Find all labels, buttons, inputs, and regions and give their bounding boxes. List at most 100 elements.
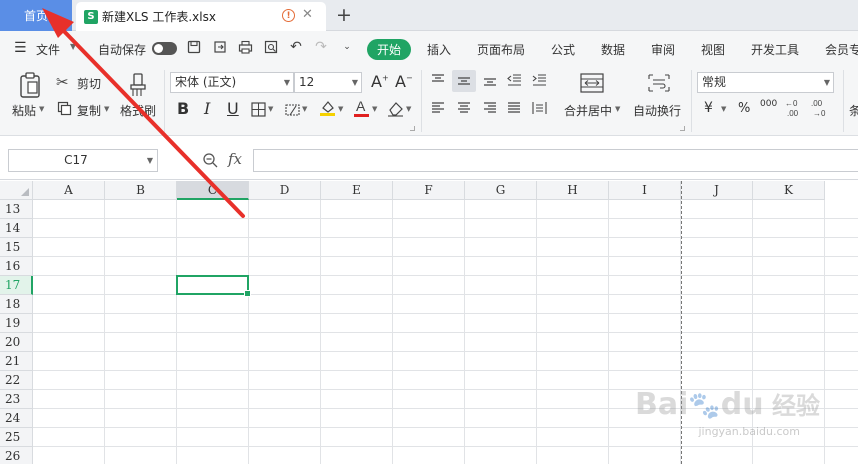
name-box[interactable]: C17 ▼ [8, 149, 158, 172]
row-header-17[interactable]: 17 [0, 276, 33, 295]
column-header-h[interactable]: H [537, 181, 609, 200]
row-header-26[interactable]: 26 [0, 447, 33, 464]
align-bottom-icon[interactable] [482, 72, 498, 88]
column-header-d[interactable]: D [249, 181, 321, 200]
row-header-19[interactable]: 19 [0, 314, 33, 333]
row-header-16[interactable]: 16 [0, 257, 33, 276]
thousands-separator-button[interactable]: 000 [760, 99, 777, 109]
close-tab-icon[interactable]: ✕ [302, 7, 313, 22]
increase-indent-icon[interactable] [531, 72, 547, 88]
decrease-font-icon[interactable]: A− [395, 72, 413, 91]
column-header-f[interactable]: F [393, 181, 465, 200]
merge-dropdown-icon[interactable]: ▼ [615, 105, 620, 113]
format-painter-icon[interactable] [127, 71, 149, 99]
row-header-14[interactable]: 14 [0, 219, 33, 238]
wrap-text-button[interactable]: 自动换行 [633, 102, 681, 119]
eraser-icon[interactable] [386, 99, 404, 117]
decrease-decimal-icon[interactable]: .00 →0 [810, 98, 832, 118]
cut-button[interactable]: 剪切 [77, 75, 101, 92]
row-header-21[interactable]: 21 [0, 352, 33, 371]
fx-button[interactable]: fx [228, 150, 242, 168]
decrease-indent-icon[interactable] [506, 72, 522, 88]
copy-dropdown-icon[interactable]: ▼ [104, 105, 109, 113]
menu-dev-tools[interactable]: 开发工具 [751, 41, 799, 58]
align-middle-icon[interactable] [452, 70, 476, 92]
clear-dropdown-icon[interactable]: ▼ [406, 105, 411, 113]
merge-center-button[interactable]: 合并居中 [564, 102, 612, 119]
font-color-dropdown-icon[interactable]: ▼ [372, 105, 377, 113]
new-tab-button[interactable]: + [336, 4, 352, 26]
menu-start[interactable]: 开始 [367, 39, 411, 60]
font-name-select[interactable]: 宋体 (正文) ▼ [170, 72, 294, 93]
wrap-text-icon[interactable] [645, 72, 673, 94]
file-dropdown-icon[interactable]: ▼ [70, 42, 76, 51]
scissors-icon[interactable]: ✂ [56, 73, 69, 91]
quick-access-dropdown-icon[interactable]: ⌄ [339, 39, 355, 55]
column-header-i[interactable]: I [609, 181, 681, 200]
percent-button[interactable]: % [738, 101, 750, 116]
tab-document[interactable]: S 新建XLS 工作表.xlsx ! ✕ [76, 2, 326, 31]
row-header-25[interactable]: 25 [0, 428, 33, 447]
menu-page-layout[interactable]: 页面布局 [477, 41, 525, 58]
row-header-24[interactable]: 24 [0, 409, 33, 428]
paste-icon[interactable] [16, 70, 44, 100]
autosave-toggle[interactable] [152, 42, 177, 55]
bold-icon[interactable]: B [177, 99, 189, 118]
row-header-22[interactable]: 22 [0, 371, 33, 390]
align-left-icon[interactable] [430, 100, 446, 116]
paste-dropdown-icon[interactable]: ▼ [39, 105, 44, 113]
format-painter-button[interactable]: 格式刷 [120, 102, 156, 119]
merge-center-icon[interactable] [578, 72, 606, 94]
conditional-format-button[interactable]: 条 [849, 102, 858, 119]
hamburger-menu-icon[interactable]: ☰ [14, 40, 27, 56]
borders-icon[interactable] [250, 101, 266, 117]
formula-input[interactable] [253, 149, 858, 172]
align-center-icon[interactable] [456, 100, 472, 116]
number-format-select[interactable]: 常规 ▼ [697, 72, 834, 93]
row-header-18[interactable]: 18 [0, 295, 33, 314]
menu-view[interactable]: 视图 [701, 41, 725, 58]
menu-data[interactable]: 数据 [601, 41, 625, 58]
tab-home[interactable]: 首页 [0, 0, 72, 31]
increase-decimal-icon[interactable]: ←0.00 [784, 98, 806, 118]
undo-icon[interactable]: ↶ [288, 39, 304, 55]
fill-color-icon[interactable] [318, 99, 336, 117]
align-right-icon[interactable] [482, 100, 498, 116]
column-header-c[interactable]: C [177, 181, 249, 200]
row-header-23[interactable]: 23 [0, 390, 33, 409]
distributed-icon[interactable] [531, 100, 547, 116]
font-color-icon[interactable]: A [352, 98, 370, 118]
alignment-dialog-launcher[interactable] [680, 126, 685, 131]
column-header-b[interactable]: B [105, 181, 177, 200]
font-dialog-launcher[interactable] [410, 126, 415, 131]
borders-dropdown-icon[interactable]: ▼ [268, 105, 273, 113]
copy-button[interactable]: 复制 [77, 102, 101, 119]
print-preview-icon[interactable] [263, 39, 279, 55]
currency-dropdown-icon[interactable]: ▼ [721, 105, 726, 113]
currency-icon[interactable]: ¥ [704, 100, 713, 116]
cell-style-icon[interactable] [284, 101, 300, 117]
font-size-select[interactable]: 12 ▼ [294, 72, 362, 93]
zoom-formula-icon[interactable] [201, 151, 219, 169]
menu-formula[interactable]: 公式 [551, 41, 575, 58]
column-header-j[interactable]: J [681, 181, 753, 200]
copy-icon[interactable] [56, 100, 72, 116]
align-top-icon[interactable] [430, 72, 446, 88]
warning-icon[interactable]: ! [282, 9, 295, 22]
row-header-15[interactable]: 15 [0, 238, 33, 257]
row-header-13[interactable]: 13 [0, 200, 33, 219]
fill-color-dropdown-icon[interactable]: ▼ [338, 105, 343, 113]
export-icon[interactable] [212, 39, 228, 55]
row-header-20[interactable]: 20 [0, 333, 33, 352]
column-header-g[interactable]: G [465, 181, 537, 200]
redo-icon[interactable]: ↷ [313, 39, 329, 55]
menu-insert[interactable]: 插入 [427, 41, 451, 58]
column-header-e[interactable]: E [321, 181, 393, 200]
column-header-k[interactable]: K [753, 181, 825, 200]
active-cell[interactable] [176, 275, 251, 297]
print-icon[interactable] [237, 39, 253, 55]
paste-button[interactable]: 粘贴 [12, 102, 36, 119]
cell-style-dropdown-icon[interactable]: ▼ [302, 105, 307, 113]
increase-font-icon[interactable]: A+ [371, 72, 389, 91]
select-all-corner[interactable] [0, 181, 33, 200]
